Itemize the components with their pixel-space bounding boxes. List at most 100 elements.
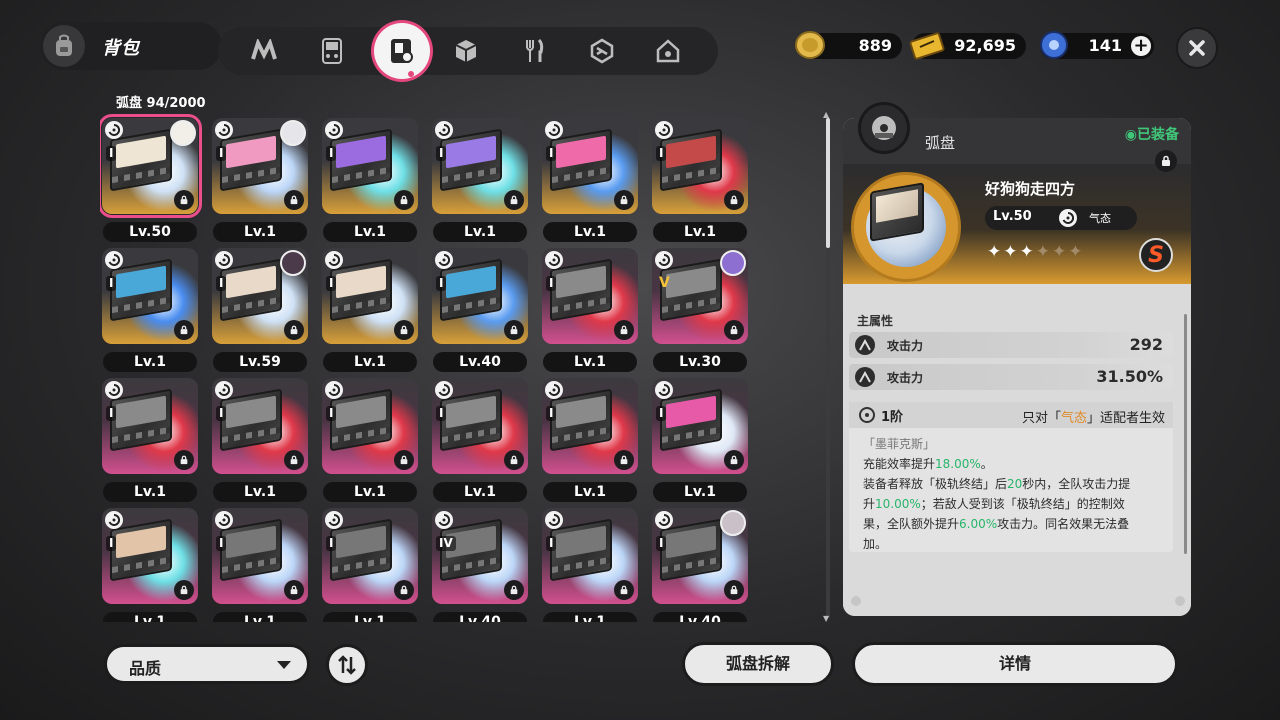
disc-item[interactable]: I Lv.1: [100, 246, 200, 376]
lock-icon[interactable]: [174, 450, 194, 470]
disc-card[interactable]: I: [102, 378, 198, 474]
disc-card[interactable]: I: [212, 508, 308, 604]
quality-filter-dropdown[interactable]: 品质: [104, 644, 310, 684]
sort-order-button[interactable]: [326, 644, 368, 686]
disc-card[interactable]: I: [102, 508, 198, 604]
attribute-icon: [655, 511, 673, 529]
lock-icon[interactable]: [394, 320, 414, 340]
disc-card[interactable]: I: [652, 378, 748, 474]
disc-card[interactable]: I: [100, 114, 202, 218]
disc-card[interactable]: I: [432, 378, 528, 474]
disc-card[interactable]: I: [542, 248, 638, 344]
lock-icon[interactable]: [504, 450, 524, 470]
lock-icon[interactable]: [284, 190, 304, 210]
lock-icon[interactable]: [504, 580, 524, 600]
disc-item[interactable]: I Lv.1: [210, 376, 310, 506]
disc-item[interactable]: I Lv.1: [650, 376, 750, 506]
lock-icon[interactable]: [174, 190, 194, 210]
lock-icon[interactable]: [724, 190, 744, 210]
grid-scroll-thumb[interactable]: [826, 118, 830, 248]
disc-card[interactable]: I: [322, 118, 418, 214]
disc-card[interactable]: I: [102, 248, 198, 344]
disc-item[interactable]: I Lv.40: [650, 506, 750, 622]
disc-item[interactable]: I Lv.1: [320, 506, 420, 622]
disc-card[interactable]: I: [432, 248, 528, 344]
add-polychrome-button[interactable]: +: [1131, 36, 1151, 56]
disc-item[interactable]: V Lv.30: [650, 246, 750, 376]
disc-card[interactable]: I: [322, 378, 418, 474]
lock-icon[interactable]: [174, 580, 194, 600]
lock-icon[interactable]: [614, 320, 634, 340]
lock-icon[interactable]: [614, 580, 634, 600]
disc-card[interactable]: I: [542, 118, 638, 214]
tab-discs[interactable]: [374, 23, 430, 79]
disc-item[interactable]: I Lv.50: [100, 114, 202, 246]
tab-food[interactable]: [516, 33, 552, 69]
lock-icon[interactable]: [724, 450, 744, 470]
disc-level: Lv.30: [653, 352, 747, 372]
disc-item[interactable]: I Lv.1: [430, 376, 530, 506]
disc-item[interactable]: I Lv.1: [210, 116, 310, 246]
lock-icon[interactable]: [394, 190, 414, 210]
lock-icon[interactable]: [394, 450, 414, 470]
lock-icon[interactable]: [724, 320, 744, 340]
disc-card[interactable]: I: [322, 508, 418, 604]
disc-card[interactable]: IV: [432, 508, 528, 604]
disc-item[interactable]: I Lv.59: [210, 246, 310, 376]
disc-image: [440, 388, 502, 452]
disc-card[interactable]: I: [322, 248, 418, 344]
disc-card[interactable]: I: [652, 118, 748, 214]
lock-icon[interactable]: [284, 320, 304, 340]
stat-name: 攻击力: [887, 371, 924, 385]
disc-item[interactable]: I Lv.1: [540, 376, 640, 506]
disc-item[interactable]: I Lv.1: [320, 246, 420, 376]
tab-agents[interactable]: [246, 33, 282, 69]
disc-item[interactable]: I Lv.1: [430, 116, 530, 246]
disc-item[interactable]: I Lv.1: [650, 116, 750, 246]
disc-card[interactable]: I: [542, 508, 638, 604]
disc-item[interactable]: I Lv.1: [540, 116, 640, 246]
disc-image: [220, 128, 282, 192]
tab-materials[interactable]: [584, 33, 620, 69]
disc-card[interactable]: I: [652, 508, 748, 604]
disc-item[interactable]: I Lv.1: [320, 116, 420, 246]
close-button[interactable]: [1176, 27, 1218, 69]
lock-icon[interactable]: [394, 580, 414, 600]
corner-dot: [1175, 596, 1185, 606]
tab-home[interactable]: [650, 33, 686, 69]
disc-card[interactable]: I: [212, 118, 308, 214]
disc-item[interactable]: I Lv.1: [100, 376, 200, 506]
disc-item[interactable]: I Lv.40: [430, 246, 530, 376]
lock-icon[interactable]: [504, 190, 524, 210]
disc-card[interactable]: I: [432, 118, 528, 214]
disc-card[interactable]: V: [652, 248, 748, 344]
lock-icon[interactable]: [614, 190, 634, 210]
handheld-icon: [322, 38, 342, 64]
lock-icon[interactable]: [614, 450, 634, 470]
tab-box[interactable]: [448, 33, 484, 69]
detail-lock-button[interactable]: [1155, 150, 1177, 172]
disc-item[interactable]: I Lv.1: [320, 376, 420, 506]
disc-card[interactable]: I: [542, 378, 638, 474]
disc-name: 好狗狗走四方: [985, 180, 1076, 198]
attribute-icon: [215, 511, 233, 529]
disc-item[interactable]: IV Lv.40: [430, 506, 530, 622]
disc-tier: I: [326, 406, 337, 421]
disc-card[interactable]: I: [212, 248, 308, 344]
dismantle-button[interactable]: 弧盘拆解: [682, 642, 834, 686]
lock-icon[interactable]: [174, 320, 194, 340]
lock-icon[interactable]: [284, 450, 304, 470]
details-button[interactable]: 详情: [852, 642, 1178, 686]
scroll-up-icon[interactable]: ▲: [823, 110, 829, 119]
disc-item[interactable]: I Lv.1: [540, 506, 640, 622]
tab-console[interactable]: [314, 33, 350, 69]
disc-item[interactable]: I Lv.1: [540, 246, 640, 376]
disc-item[interactable]: I Lv.1: [210, 506, 310, 622]
lock-icon[interactable]: [724, 580, 744, 600]
lock-icon[interactable]: [504, 320, 524, 340]
detail-scrollbar[interactable]: [1184, 314, 1187, 554]
disc-card[interactable]: I: [212, 378, 308, 474]
scroll-down-icon[interactable]: ▼: [823, 614, 829, 623]
lock-icon[interactable]: [284, 580, 304, 600]
disc-item[interactable]: I Lv.1: [100, 506, 200, 622]
